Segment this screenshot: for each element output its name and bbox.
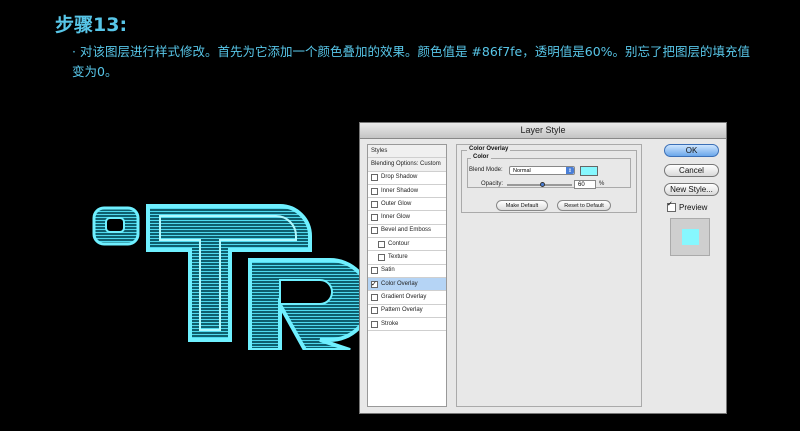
styles-item-inner-glow[interactable]: Inner Glow — [368, 211, 446, 225]
preview-checkbox[interactable] — [667, 200, 676, 212]
preview-swatch — [682, 229, 699, 245]
step-description: · 对该图层进行样式修改。首先为它添加一个颜色叠加的效果。颜色值是 #86f7f… — [72, 44, 751, 79]
styles-item-label: Blending Options: Custom — [371, 160, 441, 167]
styles-item-contour[interactable]: Contour — [368, 238, 446, 252]
style-checkbox[interactable] — [371, 307, 378, 315]
styles-item-drop-shadow[interactable]: Drop Shadow — [368, 172, 446, 185]
preview-label: Preview — [679, 203, 708, 212]
styles-item-bevel-and-emboss[interactable]: Bevel and Emboss — [368, 225, 446, 239]
blend-mode-value: Normal — [513, 168, 531, 174]
neon-text-artwork — [92, 204, 360, 350]
blend-mode-select[interactable]: Normal ⇕ — [509, 166, 575, 175]
styles-item-label: Satin — [381, 267, 395, 274]
style-checkbox[interactable] — [371, 174, 378, 182]
styles-item-label: Styles — [371, 147, 388, 154]
opacity-label: Opacity: — [481, 181, 504, 187]
styles-item-pattern-overlay[interactable]: Pattern Overlay — [368, 305, 446, 318]
opacity-slider-knob[interactable] — [540, 182, 545, 187]
style-checkbox[interactable] — [378, 240, 385, 248]
styles-item-label: Drop Shadow — [381, 174, 418, 181]
new-style-button[interactable]: New Style... — [664, 183, 719, 196]
preview-toggle[interactable]: Preview — [667, 200, 708, 212]
style-checkbox[interactable] — [371, 214, 378, 222]
style-checkbox[interactable] — [378, 254, 385, 262]
styles-item-label: Gradient Overlay — [381, 293, 427, 300]
style-checkbox[interactable] — [371, 187, 378, 195]
style-checkbox[interactable] — [371, 200, 378, 208]
styles-item-texture[interactable]: Texture — [368, 251, 446, 265]
styles-list: Styles Blending Options: Custom Drop Shado… — [367, 144, 447, 407]
make-default-button[interactable]: Make Default — [496, 200, 548, 211]
overlay-color-swatch[interactable] — [580, 166, 598, 176]
styles-item-label: Inner Shadow — [381, 187, 419, 194]
styles-item-label: Inner Glow — [381, 214, 411, 221]
cancel-button[interactable]: Cancel — [664, 164, 719, 177]
reset-to-default-button[interactable]: Reset to Default — [557, 200, 611, 211]
style-checkbox[interactable] — [371, 227, 378, 235]
styles-item-outer-glow[interactable]: Outer Glow — [368, 198, 446, 212]
styles-item-satin[interactable]: Satin — [368, 265, 446, 278]
neon-letter-r-shape — [248, 258, 360, 350]
styles-item-color-overlay[interactable]: Color Overlay — [368, 277, 446, 292]
style-checkbox[interactable] — [371, 320, 378, 328]
styles-item-label: Stroke — [381, 320, 399, 327]
styles-item-label: Contour — [388, 240, 410, 247]
styles-item-label: Bevel and Emboss — [381, 227, 432, 234]
opacity-unit: % — [599, 181, 605, 187]
select-arrows-icon: ⇕ — [566, 167, 574, 174]
opacity-input[interactable]: 60 — [574, 180, 596, 189]
styles-item-label: Texture — [388, 254, 408, 261]
layer-style-dialog: Layer Style Styles Blending Options: Cust… — [359, 122, 727, 414]
dialog-title: Layer Style — [360, 123, 726, 139]
group-title: Color — [471, 154, 491, 160]
style-preview-thumbnail — [670, 218, 710, 256]
style-checkbox[interactable] — [371, 267, 378, 275]
styles-item-inner-shadow[interactable]: Inner Shadow — [368, 185, 446, 199]
styles-item-label: Outer Glow — [381, 200, 412, 207]
styles-item-gradient-overlay[interactable]: Gradient Overlay — [368, 291, 446, 305]
styles-item-blending-options-custom[interactable]: Blending Options: Custom — [368, 158, 446, 172]
ok-button[interactable]: OK — [664, 144, 719, 157]
neon-apostrophe-shape — [92, 206, 140, 246]
styles-item-styles[interactable]: Styles — [368, 145, 446, 159]
style-checkbox[interactable] — [371, 278, 378, 290]
step-title: 步骤13: — [55, 14, 128, 36]
styles-item-label: Color Overlay — [381, 280, 418, 287]
blend-mode-label: Blend Mode: — [469, 167, 503, 173]
style-checkbox[interactable] — [371, 293, 378, 301]
section-title: Color Overlay — [467, 146, 511, 152]
styles-item-label: Pattern Overlay — [381, 307, 423, 314]
styles-item-stroke[interactable]: Stroke — [368, 318, 446, 332]
